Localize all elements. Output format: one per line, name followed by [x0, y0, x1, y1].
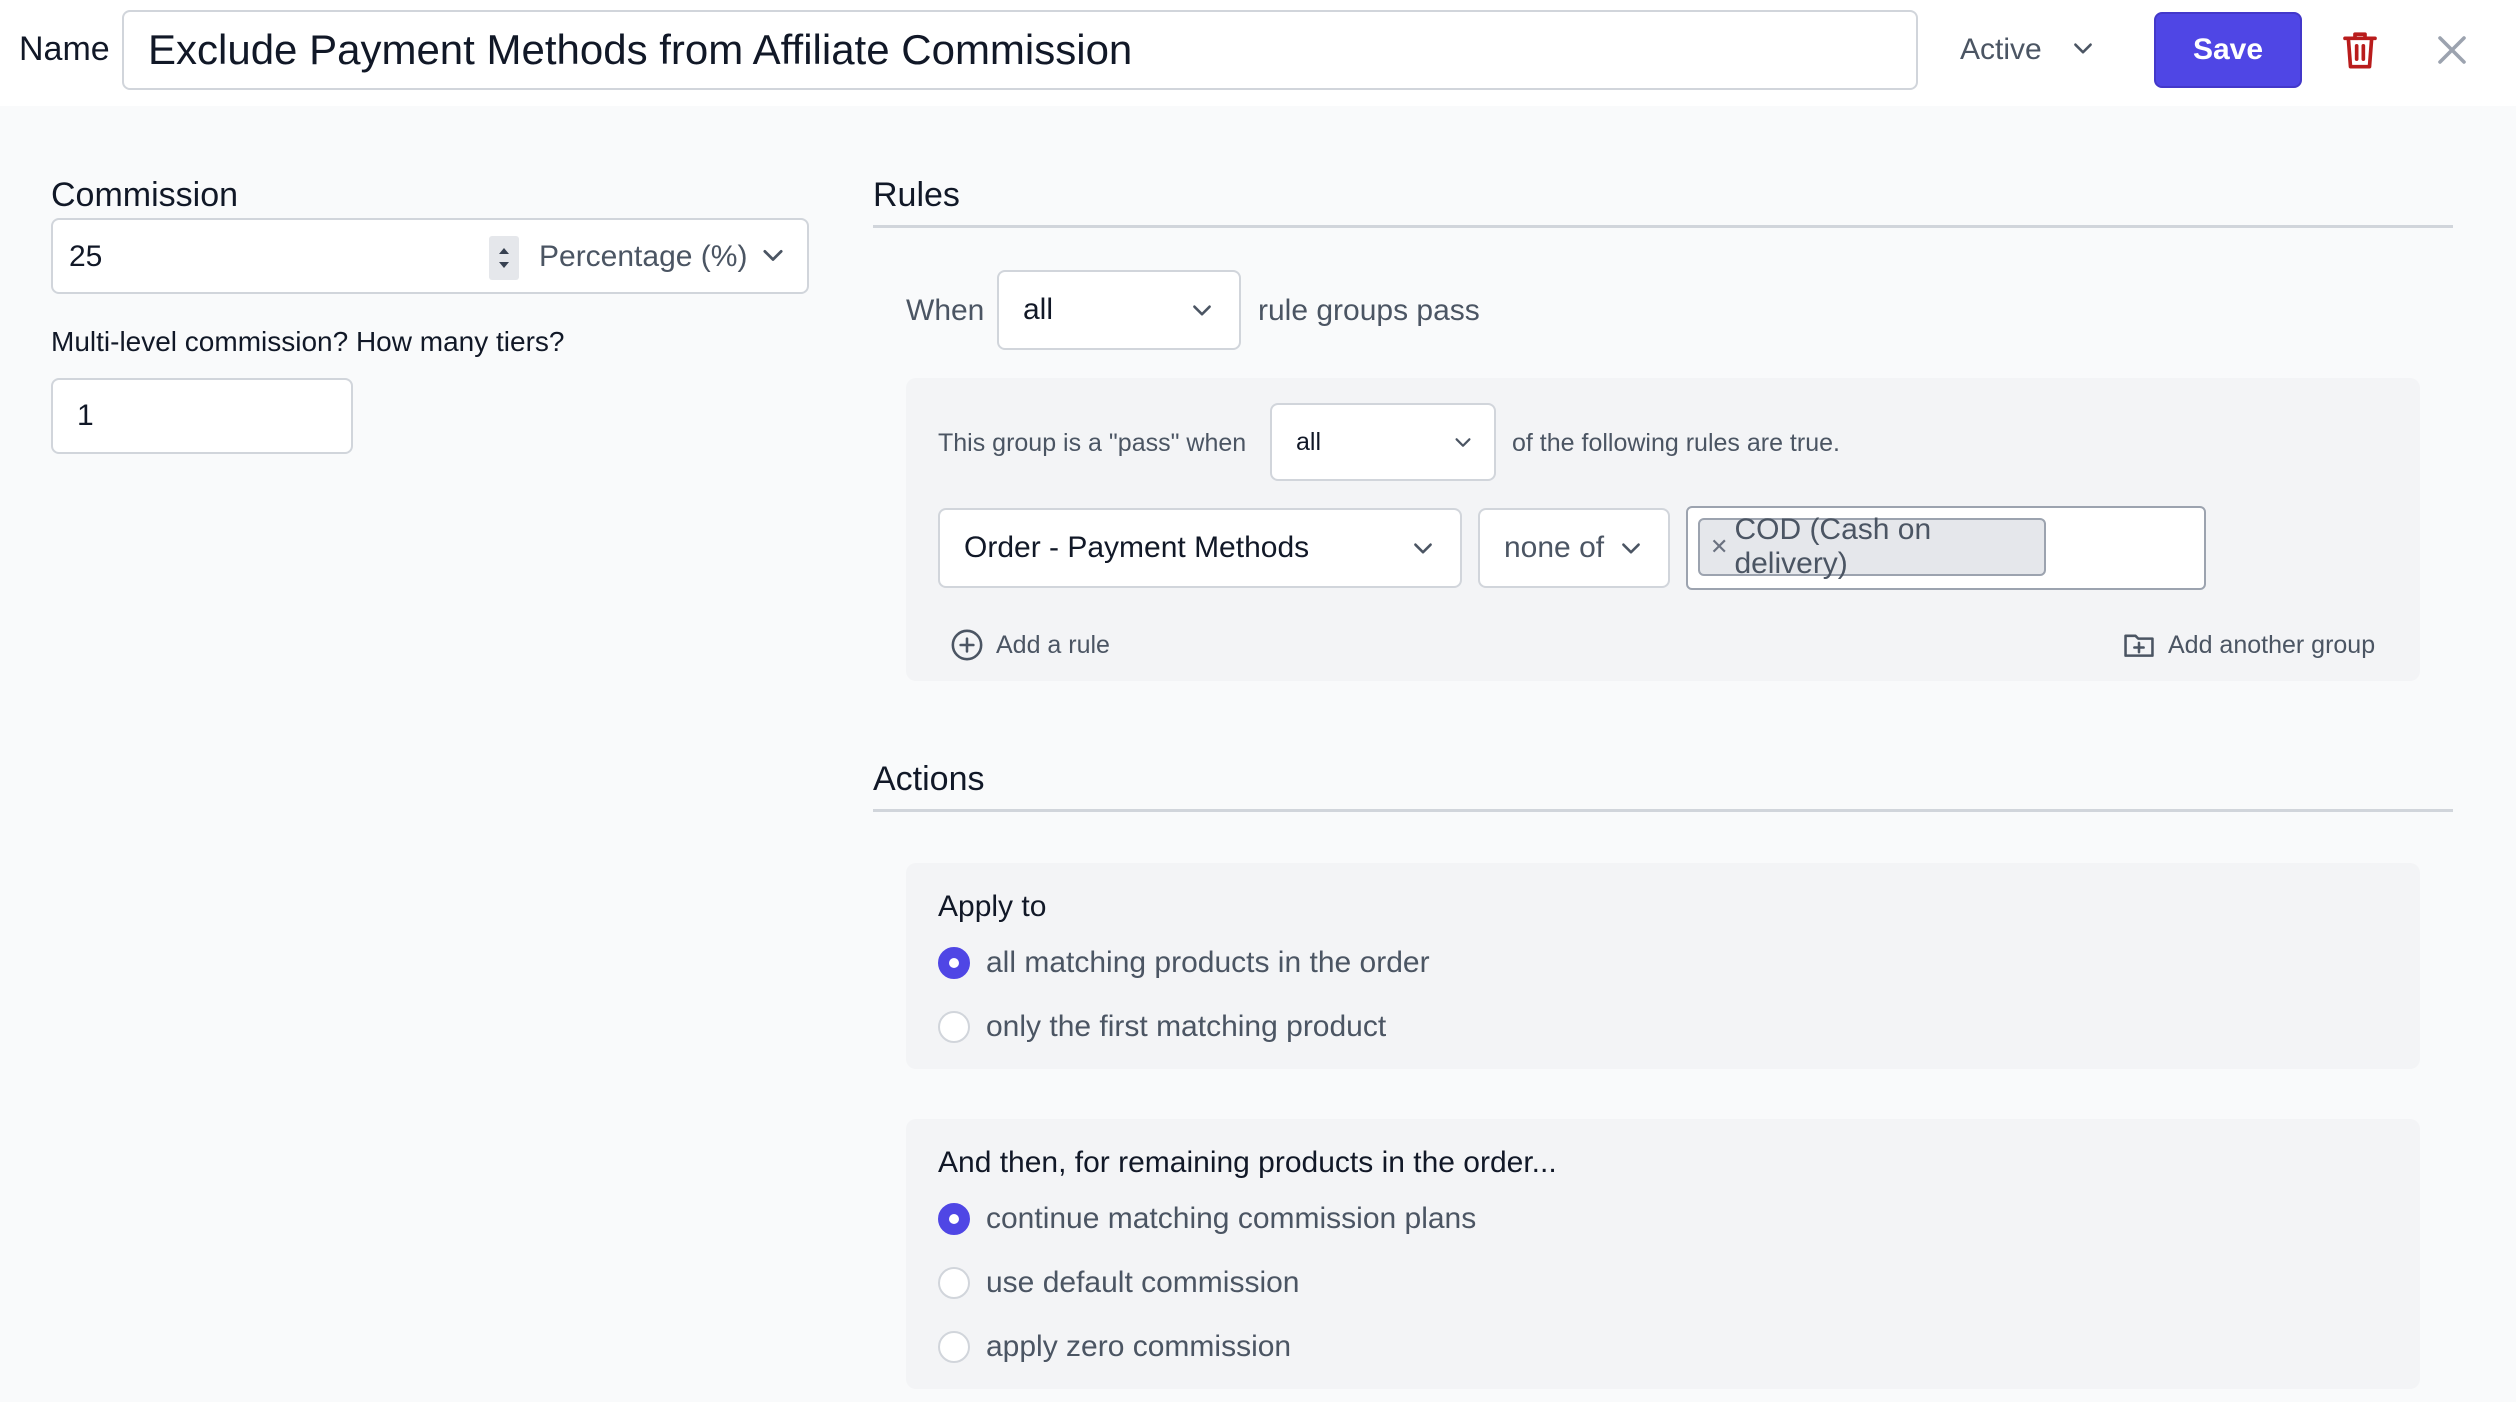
rule-groups-match-value: all	[1023, 293, 1054, 326]
radio-unselected[interactable]	[938, 1331, 970, 1363]
remaining-option-continue[interactable]: continue matching commission plans	[938, 1202, 1476, 1236]
remaining-option-default[interactable]: use default commission	[938, 1266, 1299, 1300]
group-pass-suffix: of the following rules are true.	[1512, 429, 1840, 457]
chip-remove-icon[interactable]: ✕	[1710, 534, 1728, 560]
tiers-input[interactable]: 1	[51, 378, 353, 454]
commission-type-select[interactable]: Percentage (%)	[539, 240, 747, 274]
trash-icon	[2343, 32, 2377, 69]
plus-circle-icon	[951, 629, 983, 661]
tiers-label: Multi-level commission? How many tiers?	[51, 326, 565, 357]
close-button[interactable]	[2434, 32, 2470, 68]
chevron-down-icon	[1193, 305, 1211, 316]
add-rule-label: Add a rule	[996, 630, 1110, 659]
folder-plus-icon	[2124, 634, 2154, 657]
radio-label: only the first matching product	[986, 1010, 1387, 1043]
delete-button[interactable]	[2340, 28, 2380, 72]
remaining-option-zero[interactable]: apply zero commission	[938, 1330, 1291, 1364]
rule-operator-value: none of	[1504, 531, 1605, 564]
commission-amount-input[interactable]: 25	[69, 240, 102, 274]
add-group-button[interactable]: Add another group	[2122, 628, 2375, 662]
actions-title: Actions	[873, 760, 985, 798]
radio-unselected[interactable]	[938, 1267, 970, 1299]
chevron-down-icon	[763, 249, 783, 261]
add-rule-button[interactable]: Add a rule	[950, 628, 1110, 662]
radio-label: continue matching commission plans	[986, 1202, 1477, 1235]
radio-label: use default commission	[986, 1266, 1300, 1299]
radio-selected[interactable]	[938, 1203, 970, 1235]
chevron-down-icon	[1622, 543, 1640, 554]
chip-label: COD (Cash on delivery)	[1734, 513, 1932, 580]
chevron-down-icon	[1414, 543, 1432, 554]
radio-label: apply zero commission	[986, 1330, 1292, 1363]
apply-to-title: Apply to	[938, 890, 1047, 923]
value-chip: ✕ COD (Cash on delivery)	[1698, 513, 2046, 580]
status-select[interactable]: Active	[1936, 12, 2120, 88]
commission-stepper[interactable]	[489, 236, 519, 280]
apply-to-option-first[interactable]: only the first matching product	[938, 1010, 1386, 1044]
name-input[interactable]	[122, 10, 1918, 90]
rules-title: Rules	[873, 176, 960, 214]
rule-groups-match-select[interactable]: all	[997, 270, 1241, 350]
save-button[interactable]: Save	[2154, 12, 2302, 88]
when-label: When	[906, 294, 985, 327]
actions-divider	[873, 809, 2453, 812]
group-match-value: all	[1296, 427, 1322, 456]
stepper-arrows-icon	[499, 248, 509, 268]
radio-selected[interactable]	[938, 947, 970, 979]
rule-field-value: Order - Payment Methods	[964, 531, 1310, 564]
group-pass-label: This group is a "pass" when	[938, 429, 1247, 457]
remaining-title: And then, for remaining products in the …	[938, 1146, 1557, 1179]
rule-operator-select[interactable]: none of	[1478, 508, 1670, 588]
rule-groups-suffix: rule groups pass	[1258, 294, 1480, 327]
commission-label: Commission	[51, 176, 239, 214]
rules-divider	[873, 225, 2453, 228]
rule-field-select[interactable]: Order - Payment Methods	[938, 508, 1462, 588]
add-group-label: Add another group	[2168, 630, 2376, 659]
commission-field: 25 Percentage (%)	[51, 218, 809, 294]
name-label: Name	[19, 30, 110, 68]
chevron-down-icon	[1455, 438, 1471, 447]
radio-unselected[interactable]	[938, 1011, 970, 1043]
group-match-select[interactable]: all	[1270, 403, 1496, 481]
radio-label: all matching products in the order	[986, 946, 1430, 979]
close-icon	[2438, 36, 2466, 64]
apply-to-option-all[interactable]: all matching products in the order	[938, 946, 1430, 980]
chevron-down-icon	[2074, 43, 2092, 54]
status-value: Active	[1960, 33, 2042, 66]
